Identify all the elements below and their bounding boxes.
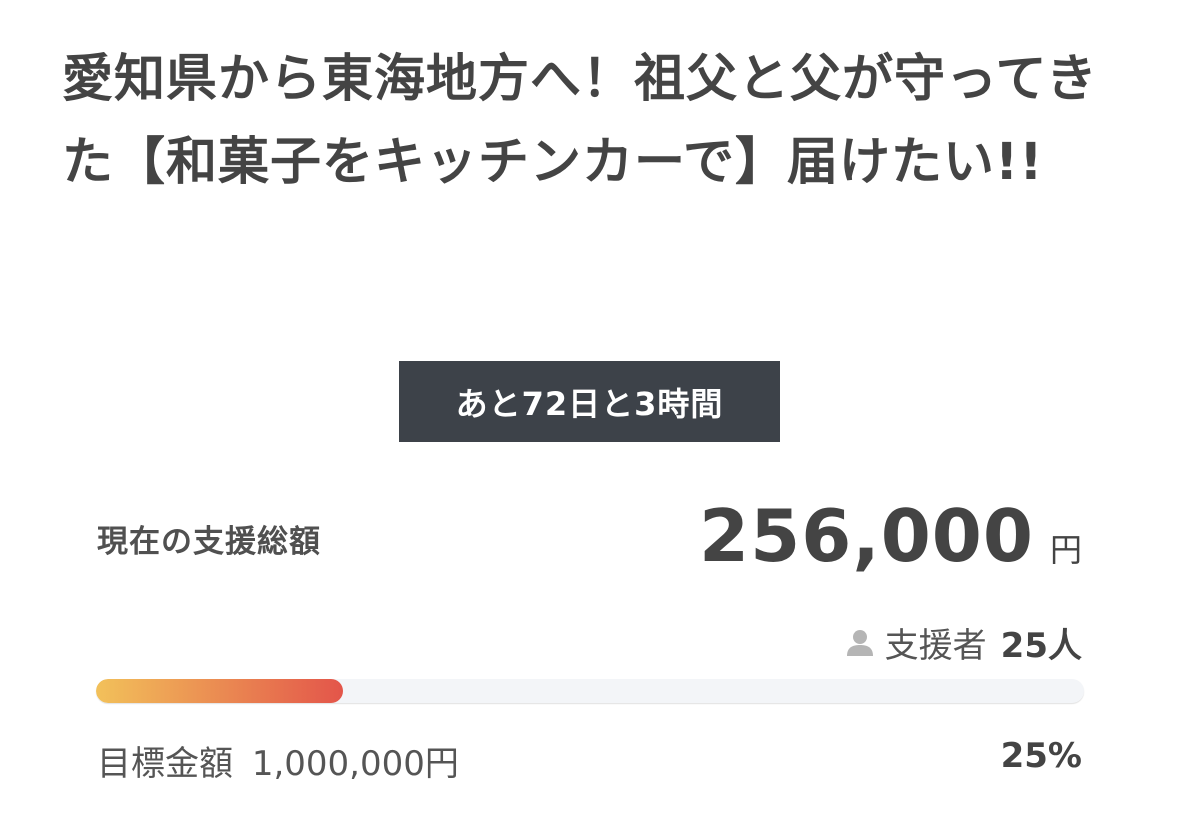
countdown-badge: あと72日と3時間 xyxy=(399,361,780,442)
supporters-label: 支援者 xyxy=(884,626,987,666)
goal-amount-group: 目標金額 1,000,000円 xyxy=(97,736,459,785)
total-support-amount: 256,000 xyxy=(699,494,1034,578)
funding-progress-fill xyxy=(96,679,343,703)
supporters-count: 25人 xyxy=(1000,626,1082,666)
goal-amount: 1,000,000円 xyxy=(251,744,459,784)
person-icon xyxy=(843,626,877,660)
total-support-amount-group: 256,000 円 xyxy=(699,494,1082,578)
project-title: 愛知県から東海地方へ！祖父と父が守ってきた【和菓子をキッチンカーで】届けたい!! xyxy=(62,50,1098,192)
total-support-label: 現在の支援総額 xyxy=(97,524,321,560)
supporters-count-group: 支援者 25人 xyxy=(843,618,1082,667)
goal-label: 目標金額 xyxy=(97,744,233,784)
funding-percent: 25% xyxy=(1000,736,1082,776)
funding-progress-bar xyxy=(96,679,1084,703)
currency-unit: 円 xyxy=(1049,531,1082,569)
